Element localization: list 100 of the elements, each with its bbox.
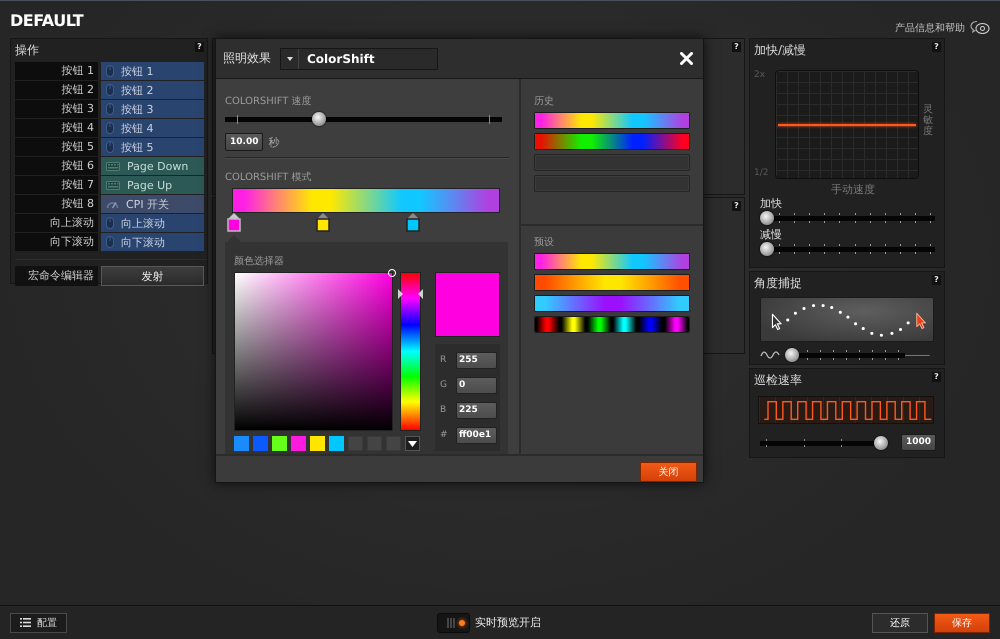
action-assignment-button[interactable]: Page Up: [101, 176, 204, 194]
speed-value-field[interactable]: 10.00: [225, 133, 264, 151]
gradient-swatch[interactable]: [534, 133, 690, 150]
channel-label: B: [440, 404, 448, 417]
gradient-swatch[interactable]: [534, 295, 690, 312]
mouse-icon: [106, 84, 114, 96]
color-value-field[interactable]: 255: [456, 352, 497, 369]
unit-label: 秒: [268, 134, 280, 150]
panel-title: 巡检速率: [754, 372, 802, 388]
live-preview-label: 实时预览开启: [475, 615, 541, 630]
footer-button[interactable]: 保存: [934, 612, 990, 632]
slider-thumb[interactable]: [760, 211, 774, 225]
mouse-icon: [106, 141, 114, 153]
color-picker-handle[interactable]: [388, 269, 396, 277]
axis-max-label: 2x: [754, 70, 766, 81]
action-assignment-button[interactable]: 按钮 5: [101, 138, 204, 156]
channel-label: R: [440, 354, 448, 367]
slider-thumb[interactable]: [874, 436, 888, 450]
action-assignment-button[interactable]: 按钮 3: [101, 100, 204, 118]
close-icon[interactable]: [680, 52, 693, 65]
action-assignment-button[interactable]: CPI 开关: [101, 195, 204, 213]
lighting-effect-label: 照明效果: [223, 50, 271, 67]
gradient-swatch[interactable]: [534, 316, 690, 333]
panel-title: 角度捕捉: [754, 275, 802, 291]
slider-thumb[interactable]: [760, 242, 774, 256]
y-axis-label: 灵敏度: [923, 104, 933, 137]
help-button[interactable]: ?: [732, 42, 741, 52]
color-swatch[interactable]: [329, 436, 344, 451]
mouse-icon: [106, 217, 114, 229]
action-assignment-button[interactable]: Page Down: [101, 157, 204, 175]
color-value-field[interactable]: 225: [456, 402, 497, 419]
gradient-swatch[interactable]: [534, 253, 690, 270]
speed-label: COLORSHIFT 速度: [225, 96, 312, 107]
gradient-bar[interactable]: [232, 188, 500, 213]
presets-label: 预设: [534, 237, 554, 248]
channel-label: #: [440, 429, 449, 442]
slider-label: 减慢: [760, 228, 782, 241]
color-value-field[interactable]: 0: [456, 377, 497, 394]
polling-rate-field[interactable]: 1000: [901, 434, 936, 451]
mouse-icon: [106, 65, 114, 77]
hue-slider[interactable]: [398, 272, 423, 431]
action-assignment-button[interactable]: 按钮 1: [101, 62, 204, 80]
help-button[interactable]: ?: [932, 275, 941, 285]
close-button[interactable]: 关闭: [640, 462, 697, 482]
fire-button[interactable]: 发射: [101, 266, 204, 286]
help-link[interactable]: 产品信息和帮助: [895, 20, 965, 34]
footer-button[interactable]: 还原: [872, 612, 928, 632]
help-button[interactable]: ?: [195, 42, 204, 52]
help-button[interactable]: ?: [932, 372, 941, 382]
swatch-menu-button[interactable]: [405, 436, 420, 451]
x-axis-label: 手动速度: [831, 183, 875, 196]
mouse-icon: [106, 103, 114, 115]
slider-thumb[interactable]: [312, 112, 326, 126]
channel-label: G: [440, 379, 448, 392]
color-swatch[interactable]: [234, 436, 249, 451]
color-swatch[interactable]: [272, 436, 287, 451]
color-picker-label: 颜色选择器: [234, 256, 284, 267]
slider-thumb[interactable]: [785, 348, 799, 362]
action-assignment-button[interactable]: 按钮 4: [101, 119, 204, 137]
help-button[interactable]: ?: [732, 201, 741, 211]
help-button[interactable]: ?: [932, 42, 941, 52]
grip-icon: [447, 618, 455, 628]
panel-title: 加快/减慢: [754, 42, 806, 58]
caret-icon: [286, 56, 292, 60]
hue-slider-handle[interactable]: [398, 289, 423, 300]
mouse-button-name: 按钮 2: [15, 81, 98, 99]
mouse-icon: [106, 122, 114, 134]
color-stop-marker[interactable]: [227, 213, 241, 242]
saturation-brightness-field[interactable]: [234, 272, 393, 431]
mouse-icon: [106, 236, 114, 248]
mouse-button-name: 按钮 6: [15, 157, 98, 175]
slider-label: 加快: [760, 197, 782, 210]
history-label: 历史: [534, 96, 554, 107]
color-swatch[interactable]: [310, 436, 325, 451]
gradient-swatch[interactable]: [534, 112, 690, 129]
profile-title: DEFAULT: [10, 11, 84, 30]
cursor-icon: [772, 314, 782, 330]
color-swatch[interactable]: [291, 436, 306, 451]
keyboard-icon: [106, 180, 120, 190]
mouse-button-name: 按钮 3: [15, 100, 98, 118]
color-value-field[interactable]: ff00e1: [456, 427, 497, 444]
speech-bubble-icon[interactable]: [970, 20, 990, 36]
mouse-button-name: 按钮 4: [15, 119, 98, 137]
color-swatch[interactable]: [253, 436, 268, 451]
mouse-button-name: 按钮 8: [15, 195, 98, 213]
gradient-swatch[interactable]: [534, 274, 690, 291]
macro-editor-label: 宏命令编辑器: [15, 266, 98, 286]
action-assignment-button[interactable]: 按钮 2: [101, 81, 204, 99]
action-assignment-button[interactable]: 向下滚动: [101, 233, 204, 251]
cursor-icon: [916, 312, 926, 330]
mode-label: COLORSHIFT 模式: [225, 172, 312, 183]
list-icon: [20, 618, 31, 627]
axis-min-label: 1/2: [754, 168, 768, 179]
config-button[interactable]: 配置: [10, 612, 67, 632]
mouse-button-name: 按钮 7: [15, 176, 98, 194]
live-preview-toggle[interactable]: [437, 612, 470, 632]
effect-dropdown[interactable]: ColorShift: [280, 48, 438, 70]
mouse-button-name: 按钮 5: [15, 138, 98, 156]
action-assignment-button[interactable]: 向上滚动: [101, 214, 204, 232]
mouse-button-name: 向上滚动: [15, 214, 98, 232]
